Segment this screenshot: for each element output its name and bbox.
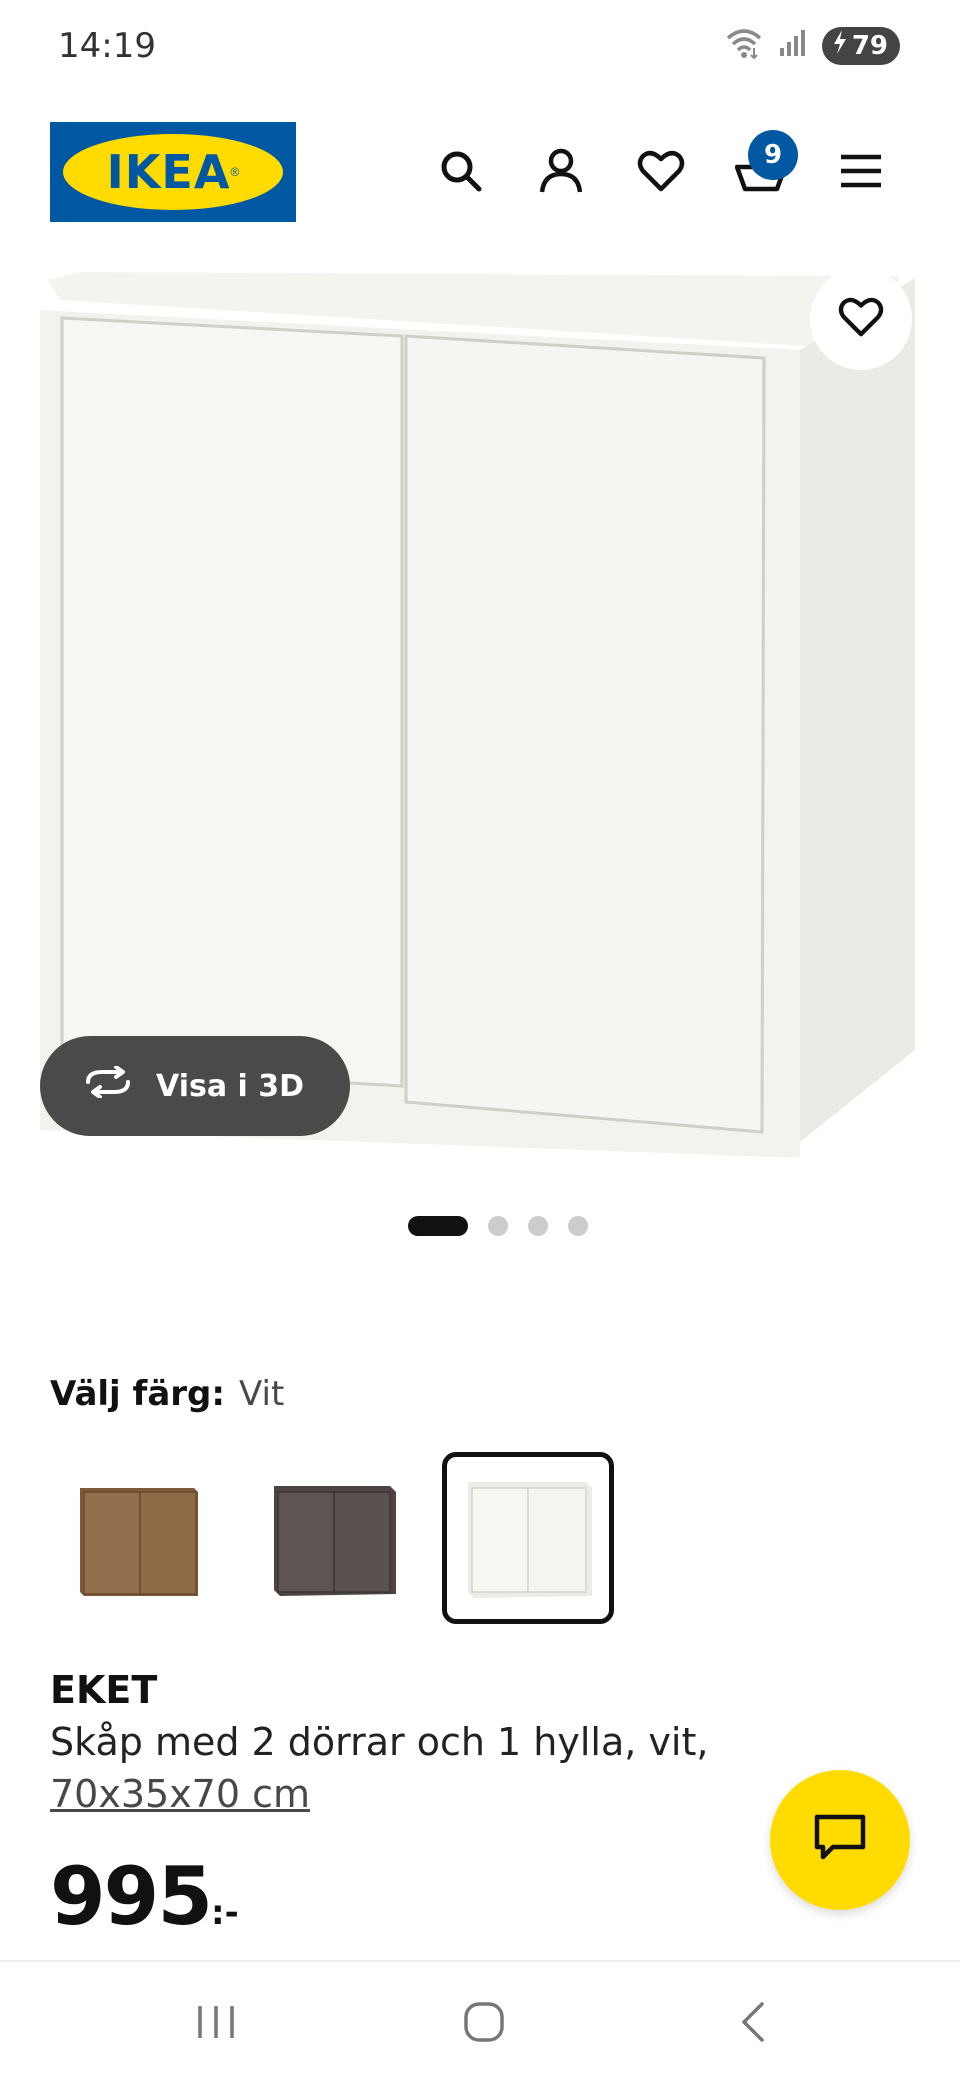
account-icon: [539, 148, 583, 199]
wifi-icon: [724, 26, 764, 65]
system-navigation-bar: [0, 1960, 960, 2080]
product-image[interactable]: [40, 270, 920, 1170]
battery-indicator: 79: [821, 26, 900, 65]
heart-icon: [838, 296, 884, 343]
view-in-3d-label: Visa i 3D: [156, 1068, 305, 1104]
carousel-dot[interactable]: [408, 1216, 468, 1236]
walnut-cabinet-thumbnail: [80, 1488, 198, 1596]
back-button[interactable]: [714, 1984, 794, 2064]
product-description: Skåp med 2 dörrar och 1 hylla, vit, 70x3…: [50, 1716, 750, 1820]
signal-icon: [778, 28, 808, 63]
search-button[interactable]: [426, 138, 496, 208]
color-swatch-white[interactable]: [442, 1452, 614, 1624]
favourites-button[interactable]: [626, 138, 696, 208]
status-icons: 79: [724, 26, 900, 65]
dark-grey-cabinet-thumbnail: [274, 1486, 396, 1596]
battery-level: 79: [851, 30, 888, 61]
color-label: Välj färg:: [50, 1374, 225, 1414]
product-price: 995:-: [50, 1850, 239, 1943]
product-size-link[interactable]: 70x35x70 cm: [50, 1768, 750, 1820]
color-selector-label: Välj färg: Vit: [50, 1374, 284, 1414]
heart-icon: [637, 149, 685, 198]
recent-apps-icon: [194, 2002, 238, 2047]
rotate-3d-icon: [82, 1065, 134, 1106]
home-icon: [462, 2000, 506, 2049]
carousel-dot[interactable]: [488, 1216, 508, 1236]
carousel-dot[interactable]: [528, 1216, 548, 1236]
color-swatch-dark-grey[interactable]: [246, 1452, 418, 1624]
charging-icon: [832, 30, 848, 61]
product-favourite-button[interactable]: [810, 268, 912, 370]
carousel-dot[interactable]: [568, 1216, 588, 1236]
menu-button[interactable]: [826, 138, 896, 208]
account-button[interactable]: [526, 138, 596, 208]
color-swatches: [50, 1452, 614, 1624]
selected-color-value: Vit: [238, 1374, 285, 1414]
view-in-3d-button[interactable]: Visa i 3D: [40, 1036, 350, 1136]
product-name: EKET: [50, 1668, 158, 1712]
image-carousel-dots: [0, 1216, 960, 1236]
recent-apps-button[interactable]: [176, 1984, 256, 2064]
cart-button[interactable]: 9: [726, 130, 798, 208]
price-amount: 995: [50, 1850, 213, 1943]
chat-icon: [813, 1813, 867, 1868]
white-cabinet-thumbnail: [468, 1482, 592, 1598]
search-icon: [439, 149, 483, 198]
color-swatch-walnut[interactable]: [50, 1452, 222, 1624]
cart-count-badge: 9: [748, 130, 798, 180]
header-icons: 9: [0, 130, 960, 208]
home-button[interactable]: [444, 1984, 524, 2064]
back-icon: [734, 2000, 774, 2049]
cabinet-illustration: [40, 272, 915, 1158]
status-bar: 14:19 79: [0, 0, 960, 92]
chat-button[interactable]: [770, 1770, 910, 1910]
price-suffix: :-: [211, 1893, 239, 1933]
status-time: 14:19: [58, 26, 156, 66]
product-description-text: Skåp med 2 dörrar och 1 hylla, vit,: [50, 1720, 709, 1764]
menu-icon: [839, 153, 883, 194]
